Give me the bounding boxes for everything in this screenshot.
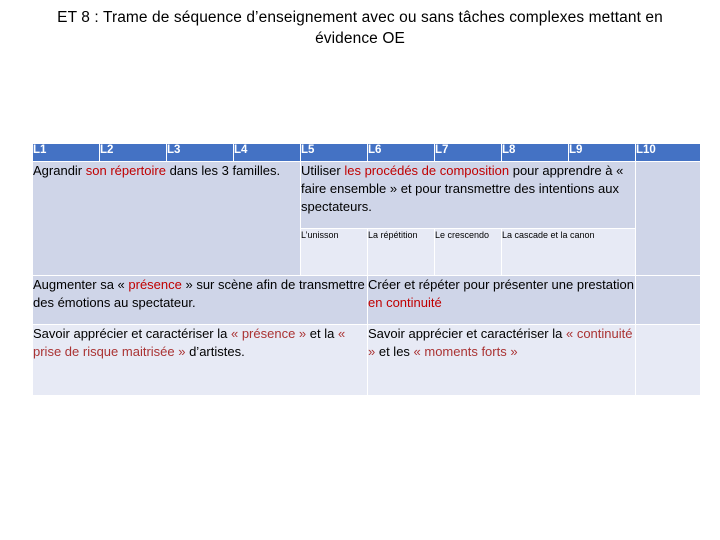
column-header-l3: L3	[167, 144, 233, 161]
slide-canvas: ET 8 : Trame de séquence d’enseignement …	[0, 0, 720, 540]
column-header-l1: L1	[33, 144, 99, 161]
cell-evaluation-left: Savoir apprécier et caractériser la « pr…	[33, 325, 367, 395]
text-objective-left-highlight: son répertoire	[85, 163, 166, 178]
cell-objective-left: Agrandir son répertoire dans les 3 famil…	[33, 162, 300, 275]
text-presence-left-highlight: présence	[128, 277, 182, 292]
text-evaluation-right-3: et les	[375, 343, 414, 359]
column-header-l8: L8	[502, 144, 568, 161]
text-evaluation-left-highlight-1: « présence »	[230, 326, 307, 341]
text-presence-right-1: Créer et répéter pour présenter une pres…	[368, 277, 634, 292]
cell-l10-objectives	[636, 162, 700, 275]
text-objective-left-3: dans les 3 familles.	[165, 163, 281, 178]
table-row-evaluation: Savoir apprécier et caractériser la « pr…	[33, 325, 700, 395]
trame-table-container: L1 L2 L3 L4 L5 L6 L7 L8 L9 L10 Agrandir …	[32, 143, 700, 396]
text-objective-right-highlight: les procédés de composition	[344, 163, 510, 178]
text-evaluation-right-1: Savoir apprécier et caractériser la	[368, 326, 566, 341]
text-presence-left-1: Augmenter sa «	[33, 277, 129, 292]
table-header-row: L1 L2 L3 L4 L5 L6 L7 L8 L9 L10	[33, 144, 700, 161]
cell-procedure-repetition: La répétition	[368, 229, 434, 275]
text-evaluation-left-3: et la	[306, 326, 338, 341]
cell-l10-evaluation	[636, 325, 700, 395]
cell-evaluation-right: Savoir apprécier et caractériser la « co…	[368, 325, 635, 395]
cell-procedure-cascade-canon: La cascade et la canon	[502, 229, 635, 275]
text-evaluation-left-1: Savoir apprécier et caractériser la	[33, 326, 231, 341]
column-header-l10: L10	[636, 144, 700, 161]
column-header-l4: L4	[234, 144, 300, 161]
text-presence-right-highlight: en continuité	[368, 294, 442, 310]
column-header-l9: L9	[569, 144, 635, 161]
column-header-l6: L6	[368, 144, 434, 161]
trame-table: L1 L2 L3 L4 L5 L6 L7 L8 L9 L10 Agrandir …	[32, 143, 701, 396]
table-row-objectives: Agrandir son répertoire dans les 3 famil…	[33, 162, 700, 275]
cell-objective-right: Utiliser les procédés de composition pou…	[301, 162, 635, 228]
cell-procedure-unisson: L’unisson	[301, 229, 367, 275]
text-objective-left-1: Agrandir	[33, 163, 86, 178]
text-evaluation-left-5: d’artistes.	[185, 343, 245, 359]
text-objective-right-1: Utiliser	[301, 163, 345, 178]
table-row-presence-continuite: Augmenter sa « présence » sur scène afin…	[33, 276, 700, 324]
column-header-l7: L7	[435, 144, 501, 161]
page-title: ET 8 : Trame de séquence d’enseignement …	[57, 9, 663, 47]
cell-l10-presence	[636, 276, 700, 324]
text-evaluation-right-highlight-2: « moments forts »	[413, 343, 518, 359]
cell-presence-right: Créer et répéter pour présenter une pres…	[368, 276, 635, 324]
cell-presence-left: Augmenter sa « présence » sur scène afin…	[33, 276, 367, 324]
column-header-l5: L5	[301, 144, 367, 161]
cell-procedure-crescendo: Le crescendo	[435, 229, 501, 275]
column-header-l2: L2	[100, 144, 166, 161]
